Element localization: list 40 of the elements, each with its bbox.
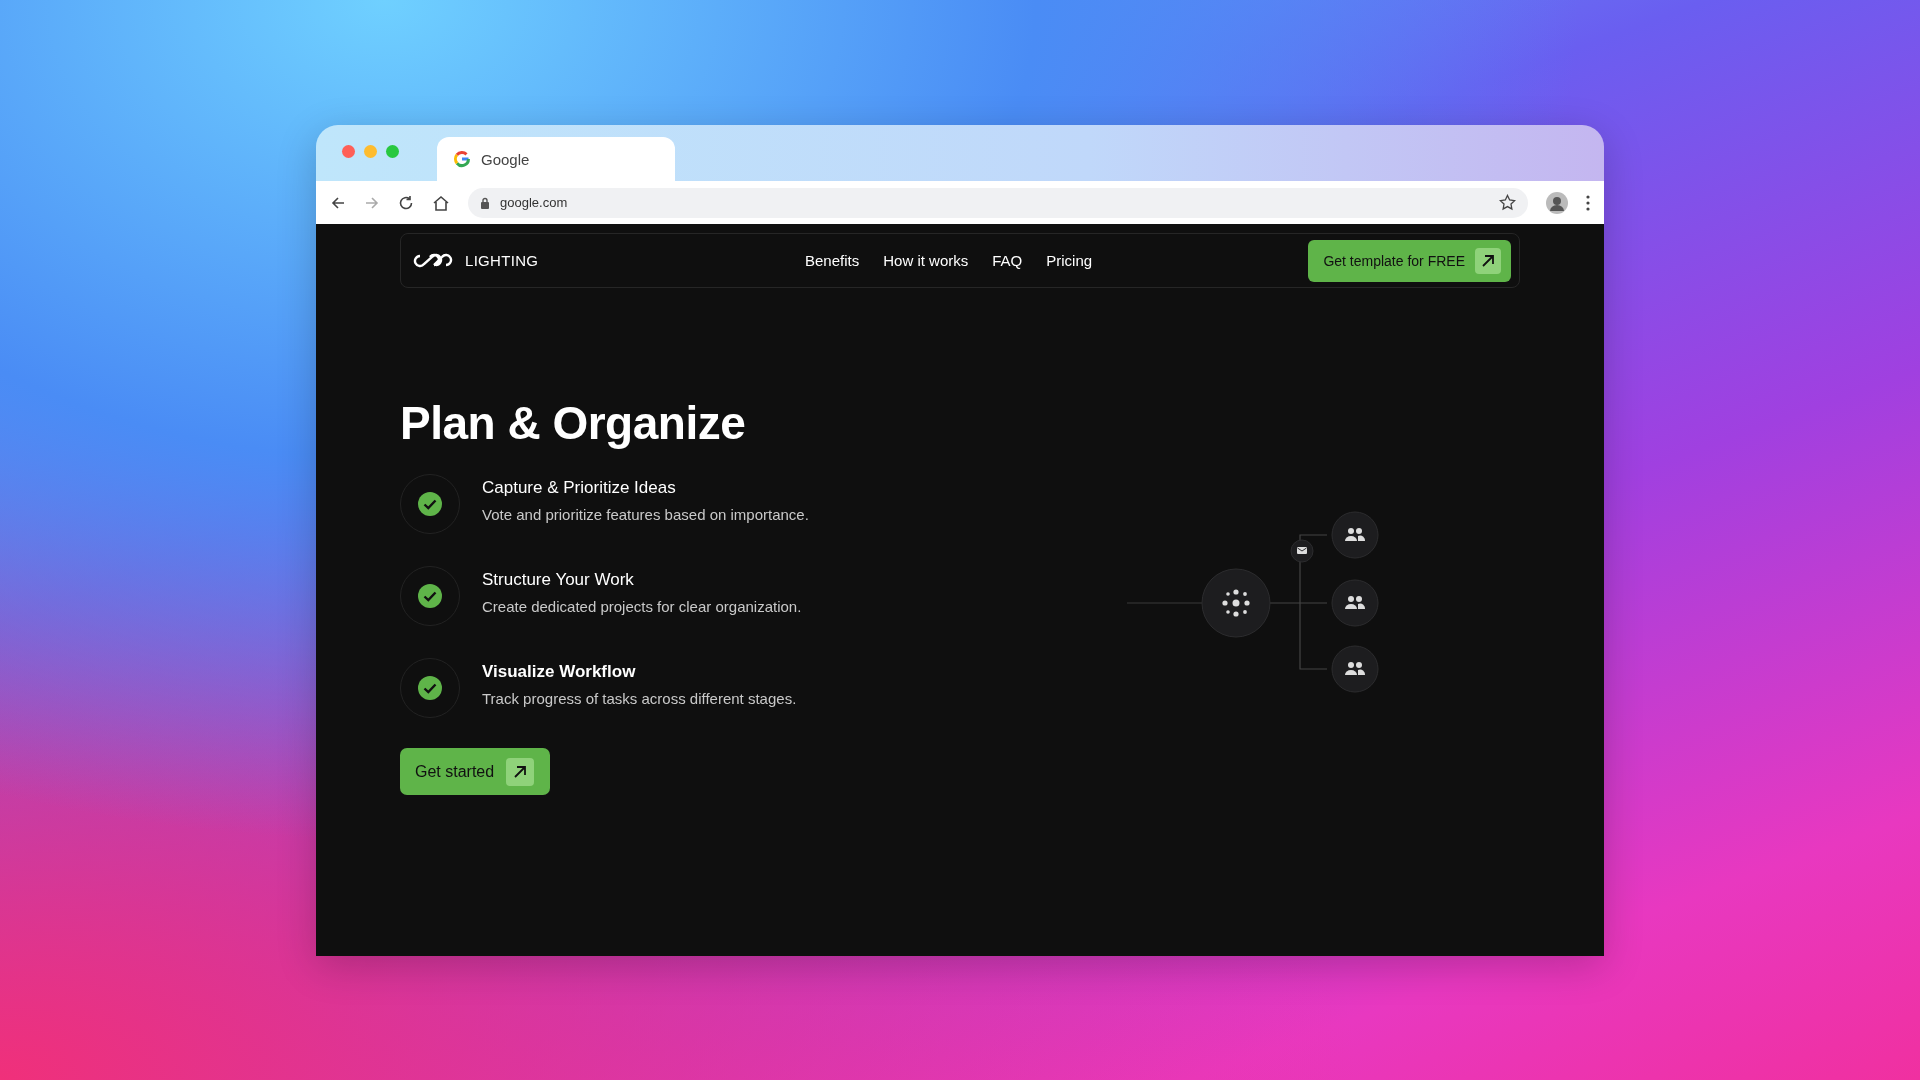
browser-tab[interactable]: Google: [437, 137, 675, 181]
team-node: [1331, 511, 1379, 559]
logo-icon: [411, 252, 455, 269]
star-icon[interactable]: [1499, 194, 1516, 211]
feature-description: Create dedicated projects for clear organization.: [482, 598, 802, 615]
address-bar[interactable]: google.com: [468, 187, 1528, 218]
brand-name: LIGHTING: [465, 252, 539, 269]
hero-title: Plan & Organize: [400, 396, 747, 450]
arrow-icon: [1480, 252, 1496, 269]
home-icon[interactable]: [432, 194, 450, 211]
avatar-icon[interactable]: [1546, 191, 1568, 214]
team-node: [1331, 579, 1379, 627]
nav-link[interactable]: Benefits: [805, 252, 860, 269]
dots-icon: [1222, 589, 1250, 617]
check-icon: [418, 676, 442, 700]
feature-description: Track progress of tasks across different stages.: [482, 690, 797, 707]
nav-link[interactable]: FAQ: [992, 252, 1023, 269]
cta-button[interactable]: Get template for FREE: [1308, 239, 1511, 282]
nav-link[interactable]: Pricing: [1046, 252, 1093, 269]
people-icon: [1345, 528, 1365, 541]
lock-icon: [480, 196, 490, 209]
nav-link[interactable]: How it works: [883, 252, 969, 269]
people-icon: [1345, 596, 1365, 609]
arrow-icon: [512, 763, 529, 780]
check-icon: [418, 492, 442, 516]
hub-node: [1201, 568, 1271, 638]
tab-title: Google: [481, 150, 530, 168]
people-icon: [1345, 662, 1365, 675]
check-icon: [418, 584, 442, 608]
team-node: [1331, 645, 1379, 693]
logo-icon: [453, 150, 471, 168]
feature-title: Visualize Workflow: [482, 662, 637, 682]
feature-title: Structure Your Work: [482, 570, 635, 590]
feature-description: Vote and prioritize features based on importance.: [482, 506, 809, 523]
get-started-button[interactable]: Get started: [400, 748, 551, 795]
reload-icon[interactable]: [398, 194, 414, 211]
mail-icon: [1297, 547, 1307, 554]
menu-icon[interactable]: [1586, 194, 1590, 211]
feature-title: Capture & Prioritize Ideas: [482, 478, 677, 498]
back-icon[interactable]: [330, 194, 346, 211]
